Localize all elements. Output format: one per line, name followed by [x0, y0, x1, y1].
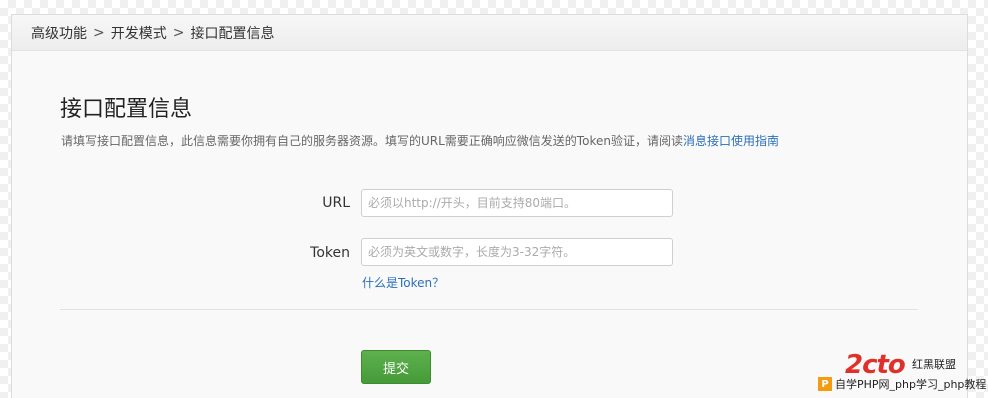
breadcrumb-separator: >	[93, 24, 105, 41]
watermark-tag: 红黑联盟	[912, 358, 956, 371]
breadcrumb-dev-mode[interactable]: 开发模式	[111, 23, 167, 43]
watermark: 2cto 红黑联盟 P 自学PHP网_php学习_php教程	[815, 350, 988, 398]
token-help-link[interactable]: 什么是Token？	[362, 274, 444, 291]
config-panel: 高级功能 > 开发模式 > 接口配置信息 接口配置信息 请填写接口配置信息，此信…	[11, 14, 968, 398]
page-description: 请填写接口配置信息，此信息需要你拥有自己的服务器资源。填写的URL需要正确响应微…	[61, 132, 779, 149]
token-label: Token	[310, 245, 350, 261]
submit-button[interactable]: 提交	[361, 350, 431, 384]
url-input[interactable]	[361, 189, 673, 217]
watermark-line: 自学PHP网_php学习_php教程	[835, 378, 987, 391]
guide-link[interactable]: 消息接口使用指南	[683, 134, 779, 148]
breadcrumb: 高级功能 > 开发模式 > 接口配置信息	[12, 15, 967, 51]
breadcrumb-current: 接口配置信息	[190, 25, 275, 42]
breadcrumb-advanced[interactable]: 高级功能	[31, 23, 87, 43]
php-badge-icon: P	[818, 377, 832, 391]
page-title: 接口配置信息	[60, 97, 193, 122]
breadcrumb-separator: >	[172, 24, 185, 41]
divider	[60, 309, 918, 310]
watermark-bar: P 自学PHP网_php学习_php教程	[815, 374, 988, 394]
url-label: URL	[322, 195, 350, 211]
token-input[interactable]	[361, 238, 673, 266]
description-text: 请填写接口配置信息，此信息需要你拥有自己的服务器资源。填写的URL需要正确响应微…	[61, 134, 683, 148]
